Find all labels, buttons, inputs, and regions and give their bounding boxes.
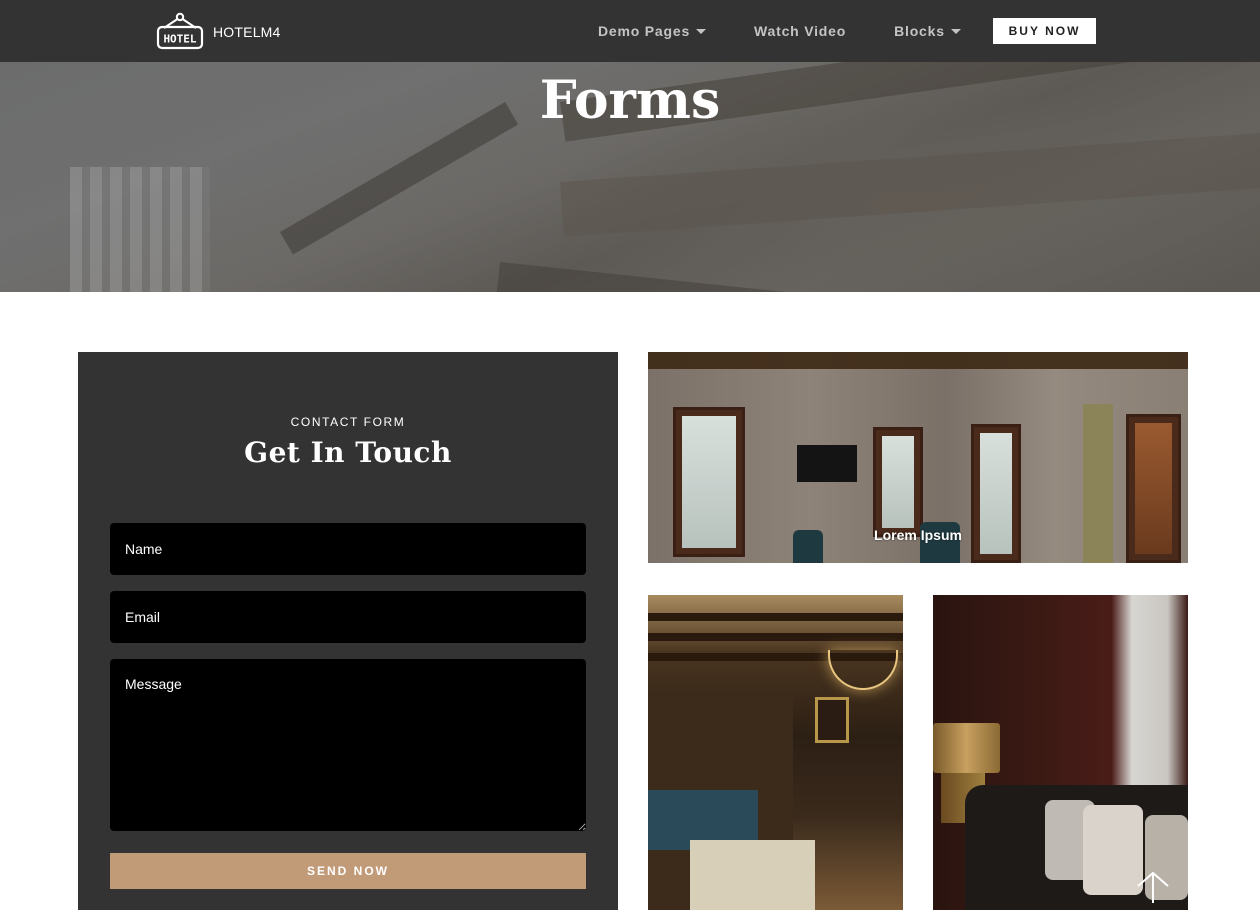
email-field[interactable] [110, 591, 586, 643]
nav-blocks-label: Blocks [894, 23, 945, 39]
hero-banner: Forms [0, 62, 1260, 292]
arrow-up-icon [1137, 871, 1169, 903]
gallery-image-four-poster-bedroom[interactable] [648, 595, 903, 910]
caret-down-icon [950, 29, 961, 34]
pillow-decor [1083, 805, 1143, 895]
bench-cover-decor [690, 840, 815, 910]
nav-blocks[interactable]: Blocks [894, 23, 961, 39]
brand[interactable]: HOTEL HOTELM4 [156, 11, 281, 51]
ceiling-beam-decor [648, 613, 903, 621]
navbar: HOTEL HOTELM4 Demo Pages Watch Video Blo… [0, 0, 1260, 62]
message-field[interactable] [110, 659, 586, 831]
portrait-painting-decor [815, 697, 849, 743]
window-decor [873, 427, 923, 537]
page-title: Forms [539, 70, 721, 131]
caret-down-icon [696, 29, 707, 34]
ceiling-beam-decor [648, 633, 903, 641]
tv-decor [797, 445, 857, 482]
hotel-sign-logo-icon: HOTEL [156, 12, 204, 50]
chandelier-decor [828, 650, 898, 690]
contact-form-panel: CONTACT FORM Get In Touch SEND NOW [78, 352, 618, 910]
brand-name: HOTELM4 [213, 24, 281, 40]
nav-watch-video-label: Watch Video [754, 23, 847, 39]
nav-demo-pages[interactable]: Demo Pages [598, 23, 707, 39]
svg-text:HOTEL: HOTEL [163, 33, 196, 46]
contact-form-title: Get In Touch [244, 436, 452, 469]
nav-links: Demo Pages Watch Video Blocks [598, 0, 961, 62]
gallery-image-stone-room[interactable]: Lorem Ipsum [648, 352, 1188, 563]
contact-form-eyebrow: CONTACT FORM [290, 415, 406, 429]
buy-now-button[interactable]: BUY NOW [993, 18, 1096, 44]
name-field[interactable] [110, 523, 586, 575]
nav-demo-pages-label: Demo Pages [598, 23, 691, 39]
send-now-button[interactable]: SEND NOW [110, 853, 586, 889]
lamp-shade-decor [933, 723, 1000, 773]
nav-watch-video[interactable]: Watch Video [754, 23, 846, 39]
scroll-to-top-button[interactable] [1136, 870, 1170, 904]
gallery-caption: Lorem Ipsum [874, 527, 962, 543]
